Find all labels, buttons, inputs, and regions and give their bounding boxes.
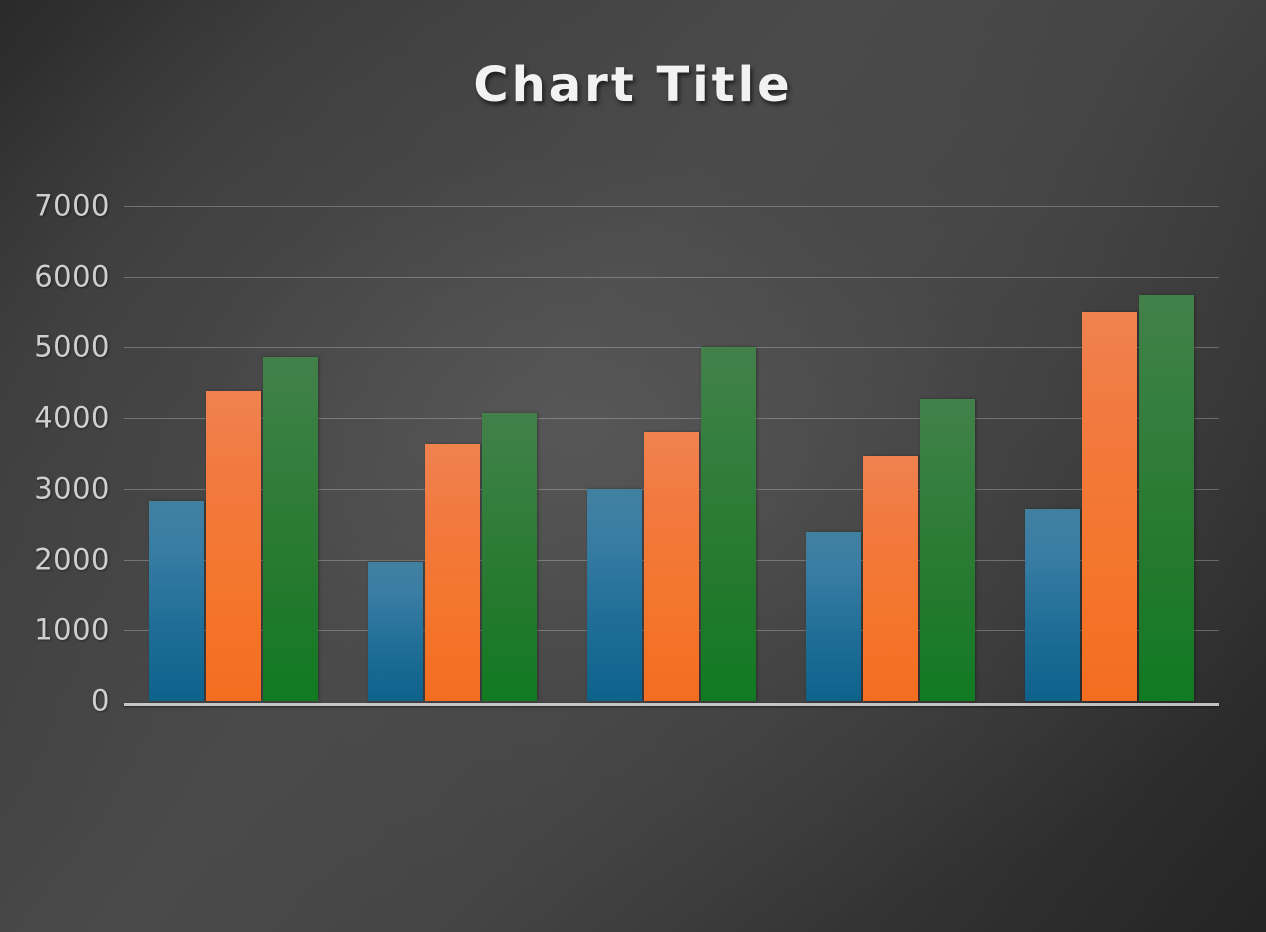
bar-group [1000, 206, 1219, 701]
y-axis-tick-label: 0 [91, 683, 110, 718]
plot-area: 7000 6000 5000 4000 3000 2000 1000 0 [0, 188, 1266, 717]
bar-1[interactable] [149, 500, 204, 701]
bar-groups [124, 206, 1219, 701]
y-axis-tick-label: 5000 [34, 329, 110, 364]
y-axis-tick-label: 2000 [34, 541, 110, 576]
bar-1[interactable] [1025, 509, 1080, 701]
y-axis-tick-label: 1000 [34, 612, 110, 647]
bar-group [781, 206, 1000, 701]
y-axis: 7000 6000 5000 4000 3000 2000 1000 0 [0, 188, 124, 717]
bar-2[interactable] [1082, 312, 1137, 701]
y-axis-tick-label: 3000 [34, 471, 110, 506]
bar-3[interactable] [263, 357, 318, 701]
y-axis-tick-label: 7000 [34, 188, 110, 223]
bar-group [562, 206, 781, 701]
bar-2[interactable] [644, 431, 699, 701]
y-axis-tick-label: 4000 [34, 400, 110, 435]
bar-2[interactable] [425, 443, 480, 701]
bar-1[interactable] [806, 532, 861, 701]
bar-3[interactable] [482, 413, 537, 701]
chart-title: Chart Title [473, 57, 793, 113]
bar-group [343, 206, 562, 701]
bar-1[interactable] [368, 561, 423, 701]
y-axis-tick-label: 6000 [34, 259, 110, 294]
bar-group [124, 206, 343, 701]
bar-3[interactable] [701, 346, 756, 701]
bar-2[interactable] [206, 390, 261, 701]
bar-1[interactable] [587, 488, 642, 701]
bar-3[interactable] [920, 399, 975, 701]
slide-canvas: Chart Title 7000 6000 5000 4000 3000 2000 1000… [0, 0, 1266, 932]
x-axis-line [124, 703, 1219, 706]
bar-2[interactable] [863, 455, 918, 701]
bar-3[interactable] [1139, 295, 1194, 701]
